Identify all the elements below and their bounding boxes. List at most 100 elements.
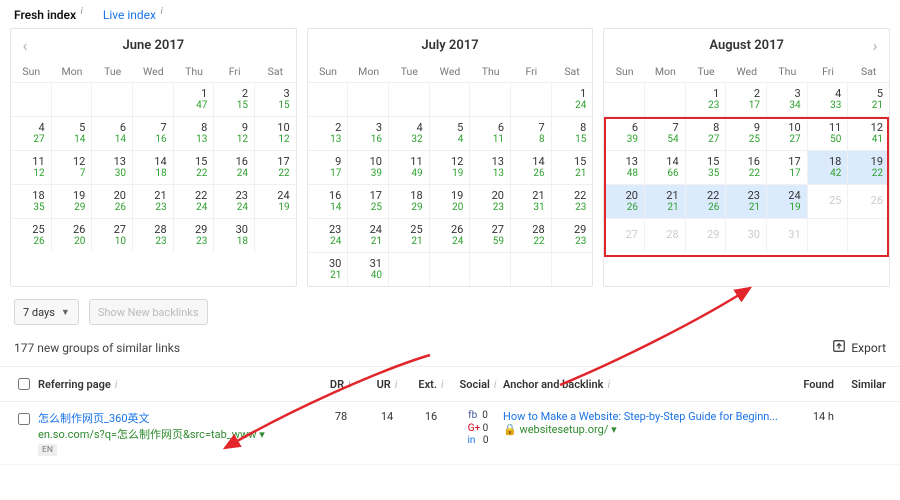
calendar-day[interactable]: 1348 <box>604 150 645 184</box>
calendar-day[interactable]: 1842 <box>808 150 849 184</box>
calendar-day[interactable]: 213 <box>308 116 349 150</box>
calendar-day[interactable]: 1313 <box>470 150 511 184</box>
calendar-day[interactable]: 78 <box>511 116 552 150</box>
calendar-day[interactable]: 2026 <box>92 184 133 218</box>
calendar-day[interactable]: 124 <box>552 82 593 116</box>
calendar-day[interactable]: 754 <box>645 116 686 150</box>
col-found[interactable]: Found <box>782 378 834 391</box>
calendar-day[interactable]: 912 <box>214 116 255 150</box>
calendar-day[interactable]: 917 <box>308 150 349 184</box>
calendar-day[interactable]: 1418 <box>133 150 174 184</box>
col-referring-page[interactable]: Referring pagei <box>38 378 317 391</box>
calendar-day[interactable]: 1622 <box>726 150 767 184</box>
calendar-day[interactable]: 1149 <box>389 150 430 184</box>
calendar-day[interactable]: 3018 <box>214 218 255 252</box>
calendar-day[interactable]: 1722 <box>255 150 296 184</box>
calendar-day[interactable]: 1522 <box>174 150 215 184</box>
calendar-day[interactable]: 1426 <box>511 150 552 184</box>
calendar-day[interactable]: 1725 <box>348 184 389 218</box>
calendar-day[interactable]: 2121 <box>645 184 686 218</box>
date-range-dropdown[interactable]: 7 days▼ <box>14 299 79 325</box>
calendar-day[interactable]: 639 <box>604 116 645 150</box>
calendar-day[interactable]: 433 <box>808 82 849 116</box>
calendar-day[interactable]: 1717 <box>767 150 808 184</box>
calendar-day[interactable]: 1012 <box>255 116 296 150</box>
calendar-day[interactable]: 2123 <box>133 184 174 218</box>
calendar-day[interactable]: 2026 <box>604 184 645 218</box>
calendar-day[interactable]: 2923 <box>552 218 593 252</box>
calendar-next-icon[interactable]: › <box>861 29 889 61</box>
calendar-day[interactable]: 2131 <box>511 184 552 218</box>
calendar-day[interactable]: 2421 <box>348 218 389 252</box>
calendar-day[interactable]: 1039 <box>348 150 389 184</box>
calendar-day[interactable]: 2324 <box>308 218 349 252</box>
calendar-day[interactable]: 1150 <box>808 116 849 150</box>
calendar-day[interactable]: 123 <box>686 82 727 116</box>
col-ur[interactable]: URi <box>365 378 409 391</box>
calendar-day[interactable]: 2923 <box>174 218 215 252</box>
calendar-day[interactable]: 427 <box>11 116 52 150</box>
calendar-day[interactable]: 815 <box>552 116 593 150</box>
calendar-day[interactable]: 2759 <box>470 218 511 252</box>
calendar-day[interactable]: 813 <box>174 116 215 150</box>
calendar-day[interactable]: 3021 <box>308 252 349 286</box>
calendar-day[interactable]: 2023 <box>470 184 511 218</box>
calendar-day[interactable]: 611 <box>470 116 511 150</box>
calendar-day[interactable]: 514 <box>52 116 93 150</box>
calendar-day[interactable]: 2419 <box>767 184 808 218</box>
calendar-day[interactable]: 1219 <box>430 150 471 184</box>
calendar-day[interactable]: 614 <box>92 116 133 150</box>
anchor-title[interactable]: How to Make a Website: Step-by-Step Guid… <box>503 410 782 423</box>
tab-live-index[interactable]: Live index i <box>103 6 163 22</box>
calendar-day[interactable]: 2521 <box>389 218 430 252</box>
col-anchor[interactable]: Anchor and backlinki <box>503 378 782 391</box>
calendar-day[interactable]: 217 <box>726 82 767 116</box>
calendar-day[interactable]: 334 <box>767 82 808 116</box>
calendar-day[interactable]: 2710 <box>92 218 133 252</box>
calendar-day[interactable]: 215 <box>214 82 255 116</box>
calendar-day[interactable]: 432 <box>389 116 430 150</box>
calendar-day[interactable]: 2419 <box>255 184 296 218</box>
select-all-checkbox[interactable] <box>18 378 30 390</box>
calendar-day[interactable]: 2224 <box>174 184 215 218</box>
export-button[interactable]: Export <box>832 339 886 356</box>
calendar-day[interactable]: 2624 <box>430 218 471 252</box>
calendar-day[interactable]: 1027 <box>767 116 808 150</box>
calendar-day[interactable]: 2620 <box>52 218 93 252</box>
calendar-prev-icon[interactable]: ‹ <box>11 29 39 61</box>
referring-page-url[interactable]: en.so.com/s?q=怎么制作网页&src=tab_www ▾ <box>38 426 317 442</box>
calendar-day[interactable]: 2226 <box>686 184 727 218</box>
calendar-day[interactable]: 127 <box>52 150 93 184</box>
calendar-day[interactable]: 1929 <box>52 184 93 218</box>
calendar-day[interactable]: 1521 <box>552 150 593 184</box>
calendar-day[interactable]: 2223 <box>552 184 593 218</box>
anchor-url[interactable]: 🔒 websitesetup.org/ ▾ <box>503 423 782 436</box>
calendar-day[interactable]: 2526 <box>11 218 52 252</box>
calendar-day[interactable]: 1920 <box>430 184 471 218</box>
calendar-day[interactable]: 1330 <box>92 150 133 184</box>
calendar-day[interactable]: 2324 <box>214 184 255 218</box>
calendar-day[interactable]: 147 <box>174 82 215 116</box>
row-checkbox[interactable] <box>18 413 30 425</box>
col-ext[interactable]: Ext.i <box>409 378 453 391</box>
calendar-day[interactable]: 716 <box>133 116 174 150</box>
calendar-day[interactable]: 1112 <box>11 150 52 184</box>
calendar-day[interactable]: 315 <box>255 82 296 116</box>
tab-fresh-index[interactable]: Fresh index i <box>14 6 83 22</box>
calendar-day[interactable]: 1241 <box>848 116 889 150</box>
calendar-day[interactable]: 1614 <box>308 184 349 218</box>
calendar-day[interactable]: 1922 <box>848 150 889 184</box>
calendar-day[interactable]: 54 <box>430 116 471 150</box>
calendar-day[interactable]: 925 <box>726 116 767 150</box>
calendar-day[interactable]: 1829 <box>389 184 430 218</box>
calendar-day[interactable]: 2823 <box>133 218 174 252</box>
col-similar[interactable]: Similar <box>834 378 886 391</box>
calendar-day[interactable]: 3140 <box>348 252 389 286</box>
calendar-day[interactable]: 2822 <box>511 218 552 252</box>
col-social[interactable]: Sociali <box>453 378 503 391</box>
calendar-day[interactable]: 1535 <box>686 150 727 184</box>
calendar-day[interactable]: 1624 <box>214 150 255 184</box>
calendar-day[interactable]: 2321 <box>726 184 767 218</box>
col-dr[interactable]: DR <box>317 378 365 391</box>
calendar-day[interactable]: 521 <box>848 82 889 116</box>
